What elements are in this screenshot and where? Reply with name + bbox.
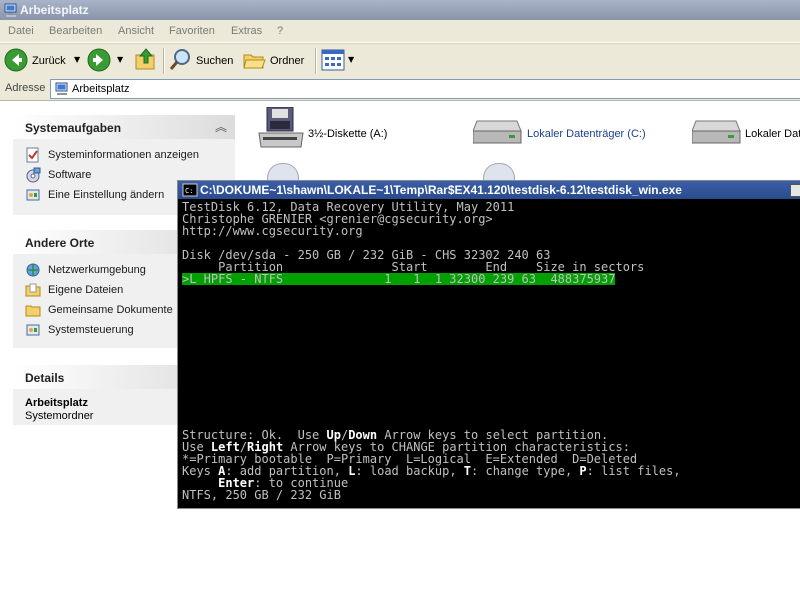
console-title: C:\DOKUME~1\shawn\LOKALE~1\Temp\Rar$EX41… [200,183,682,197]
computer-icon [4,3,17,17]
address-label: Adresse [5,82,46,94]
toolbar: Zurück ▼ ▼ Suchen Ordner ▼ [0,43,800,79]
collapse-chevron-icon[interactable]: ︽ [215,118,227,135]
partition-row-selected[interactable]: >L HPFS - NTFS 1 1 1 32300 239 63 488375… [182,273,616,285]
menu-bearbeiten[interactable]: Bearbeiten [49,25,102,37]
menu-extras[interactable]: Extras [231,25,262,37]
shared-folder-icon [25,305,41,317]
drive-label: 3½-Diskette (A:) [308,128,388,140]
software-icon [26,167,41,183]
help-text: : change type, [471,464,580,478]
address-value: Arbeitsplatz [72,83,130,95]
drive-label: Lokaler Dat [745,128,800,140]
computer-icon [55,82,68,95]
key-t: T [463,464,472,478]
console-output: TestDisk 6.12, Data Recovery Utility, Ma… [182,201,800,501]
place-label: Gemeinsame Dokumente [48,304,173,316]
hard-disk-icon [473,120,522,144]
window-title: Arbeitsplatz [20,3,89,17]
forward-button[interactable]: ▼ [87,47,129,75]
toolbar-separator [163,48,165,74]
key-p: P [579,464,587,478]
task-label: Systeminformationen anzeigen [48,149,200,161]
details-title: Details [25,371,65,385]
place-label: Eigene Dateien [48,284,124,296]
system-info-icon [26,147,39,163]
toolbar-separator [315,48,317,74]
console-window[interactable]: C: C:\DOKUME~1\shawn\LOKALE~1\Temp\Rar$E… [177,180,800,509]
views-dropdown-icon[interactable]: ▼ [348,55,354,64]
drive-label: Lokaler Datenträger (C:) [527,128,646,140]
console-titlebar[interactable]: C: C:\DOKUME~1\shawn\LOKALE~1\Temp\Rar$E… [178,181,800,199]
folders-button[interactable]: Ordner [242,47,312,75]
other-places-title: Andere Orte [25,236,95,250]
back-label: Zurück [32,55,66,67]
details-name: Arbeitsplatz [25,397,88,409]
back-arrow-icon [4,48,28,72]
views-icon [321,49,345,71]
drive-d[interactable]: Lokaler Dat [692,107,800,155]
address-bar: Adresse Arbeitsplatz [0,78,800,101]
search-icon [169,49,190,70]
documents-folder-icon [25,283,41,297]
menu-help[interactable]: ? [277,25,283,37]
help-text: : load backup, [355,464,464,478]
menu-bar: Datei Bearbeiten Ansicht Favoriten Extra… [0,20,800,43]
back-button[interactable]: Zurück ▼ [4,47,84,75]
place-label: Systemsteuerung [48,324,134,336]
drive-floppy[interactable]: 3½-Diskette (A:) [257,107,407,155]
details-type: Systemordner [25,410,94,422]
floppy-drive-icon [258,107,304,148]
menu-favoriten[interactable]: Favoriten [169,25,215,37]
svg-text:C:: C: [185,187,193,195]
menu-datei[interactable]: Datei [8,25,34,37]
task-label: Software [48,169,92,181]
place-label: Netzwerkumgebung [48,264,146,276]
network-icon [26,263,40,277]
system-tasks-title: Systemaufgaben [25,121,122,135]
search-label: Suchen [196,55,234,67]
menu-ansicht[interactable]: Ansicht [118,25,154,37]
console-status-line: NTFS, 250 GB / 232 GiB [182,488,341,502]
console-minimize-button[interactable] [790,184,800,197]
window-titlebar[interactable]: Arbeitsplatz [0,0,800,20]
search-button[interactable]: Suchen [168,47,236,75]
address-input[interactable]: Arbeitsplatz [50,79,800,99]
views-button[interactable]: ▼ [321,47,357,75]
task-label: Eine Einstellung ändern [48,189,165,201]
console-icon: C: [182,183,198,197]
back-dropdown-icon[interactable]: ▼ [74,55,80,64]
console-line: http://www.cgsecurity.org [182,224,363,238]
up-folder-icon [135,48,155,70]
forward-arrow-icon [87,48,111,72]
forward-dropdown-icon[interactable]: ▼ [117,55,123,64]
folders-icon [243,54,266,69]
control-panel-icon [26,189,40,201]
control-panel-icon [26,324,40,336]
hard-disk-icon [692,120,741,144]
drive-c[interactable]: Lokaler Datenträger (C:) [473,107,663,155]
up-folder-button[interactable] [134,47,158,75]
folders-label: Ordner [270,55,305,67]
help-text: : list files, [586,464,681,478]
system-tasks-header[interactable]: Systemaufgaben ︽ [13,115,235,139]
